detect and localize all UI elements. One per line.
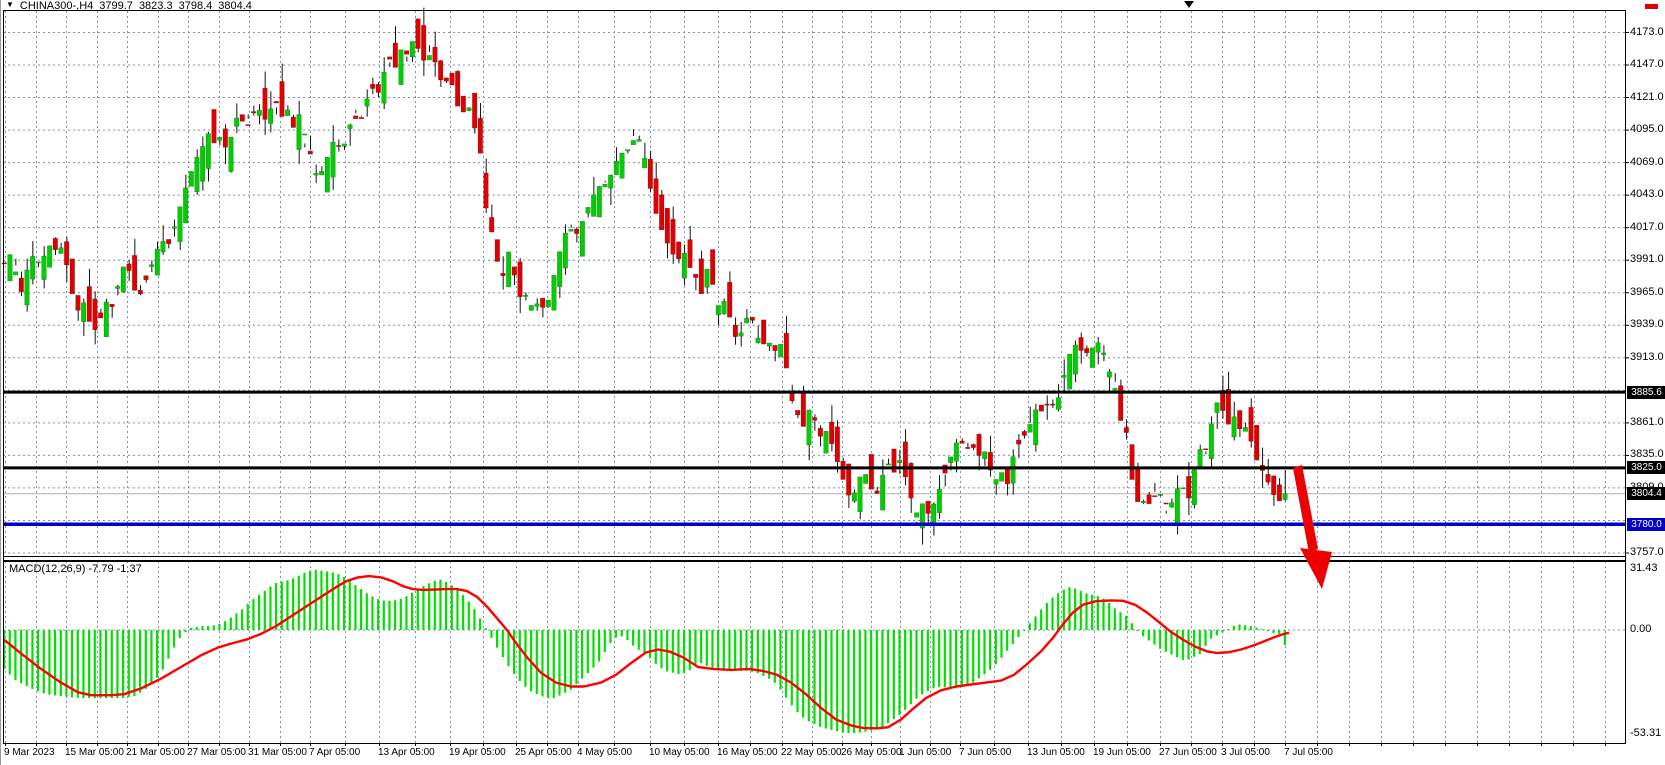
- date-label: 4 May 05:00: [577, 747, 632, 758]
- date-label: 1 Jun 05:00: [899, 747, 951, 758]
- macd-tick-label: -53.31: [1630, 727, 1661, 739]
- date-label: 7 Jun 05:00: [959, 747, 1011, 758]
- price-tick-label: 3991.0: [1630, 253, 1664, 265]
- price-tick-label: 3965.0: [1630, 286, 1664, 298]
- price-tag-3780.0: 3780.0: [1627, 518, 1665, 531]
- price-tag-3804.4: 3804.4: [1627, 487, 1665, 500]
- date-label: 21 Mar 05:00: [126, 747, 185, 758]
- date-label: 16 May 05:00: [717, 747, 778, 758]
- price-tick-label: 3835.0: [1630, 448, 1664, 460]
- date-label: 25 Apr 05:00: [515, 747, 572, 758]
- price-tick-label: 4069.0: [1630, 156, 1664, 168]
- price-tick-label: 4095.0: [1630, 123, 1664, 135]
- date-label: 15 Mar 05:00: [65, 747, 124, 758]
- date-label: 19 Apr 05:00: [449, 747, 506, 758]
- price-tick-label: 3939.0: [1630, 318, 1664, 330]
- price-tag-3885.6: 3885.6: [1627, 386, 1665, 399]
- date-label: 13 Jun 05:00: [1027, 747, 1085, 758]
- date-label: 27 Jun 05:00: [1159, 747, 1217, 758]
- date-label: 9 Mar 2023: [4, 747, 55, 758]
- price-tick-label: 4043.0: [1630, 188, 1664, 200]
- price-tick-label: 4121.0: [1630, 91, 1664, 103]
- chart-window[interactable]: ▼ CHINA300-,H4 3799.7 3823.3 3798.4 3804…: [0, 0, 1665, 765]
- price-tick-label: 3913.0: [1630, 351, 1664, 363]
- macd-tick-label: 31.43: [1630, 562, 1658, 574]
- date-label: 3 Jul 05:00: [1221, 747, 1270, 758]
- date-label: 22 May 05:00: [781, 747, 842, 758]
- date-label: 7 Apr 05:00: [309, 747, 360, 758]
- red-corner-mark: [1645, 4, 1658, 9]
- date-label: 10 May 05:00: [649, 747, 710, 758]
- macd-tick-label: 0.00: [1630, 623, 1651, 635]
- date-label: 19 Jun 05:00: [1093, 747, 1151, 758]
- chart-shift-marker-icon[interactable]: [1184, 1, 1194, 8]
- price-tag-3825.0: 3825.0: [1627, 461, 1665, 474]
- price-tick-label: 3861.0: [1630, 416, 1664, 428]
- macd-indicator-label: MACD(12,26,9) -7.79 -1.37: [9, 563, 142, 575]
- chart-canvas[interactable]: [1, 0, 1665, 765]
- price-tick-label: 4017.0: [1630, 221, 1664, 233]
- date-label: 7 Jul 05:00: [1284, 747, 1333, 758]
- date-label: 26 May 05:00: [841, 747, 902, 758]
- date-label: 31 Mar 05:00: [248, 747, 307, 758]
- price-tick-label: 4147.0: [1630, 58, 1664, 70]
- price-tick-label: 4173.0: [1630, 26, 1664, 38]
- date-label: 27 Mar 05:00: [187, 747, 246, 758]
- price-tick-label: 3757.0: [1630, 546, 1664, 558]
- date-label: 13 Apr 05:00: [378, 747, 435, 758]
